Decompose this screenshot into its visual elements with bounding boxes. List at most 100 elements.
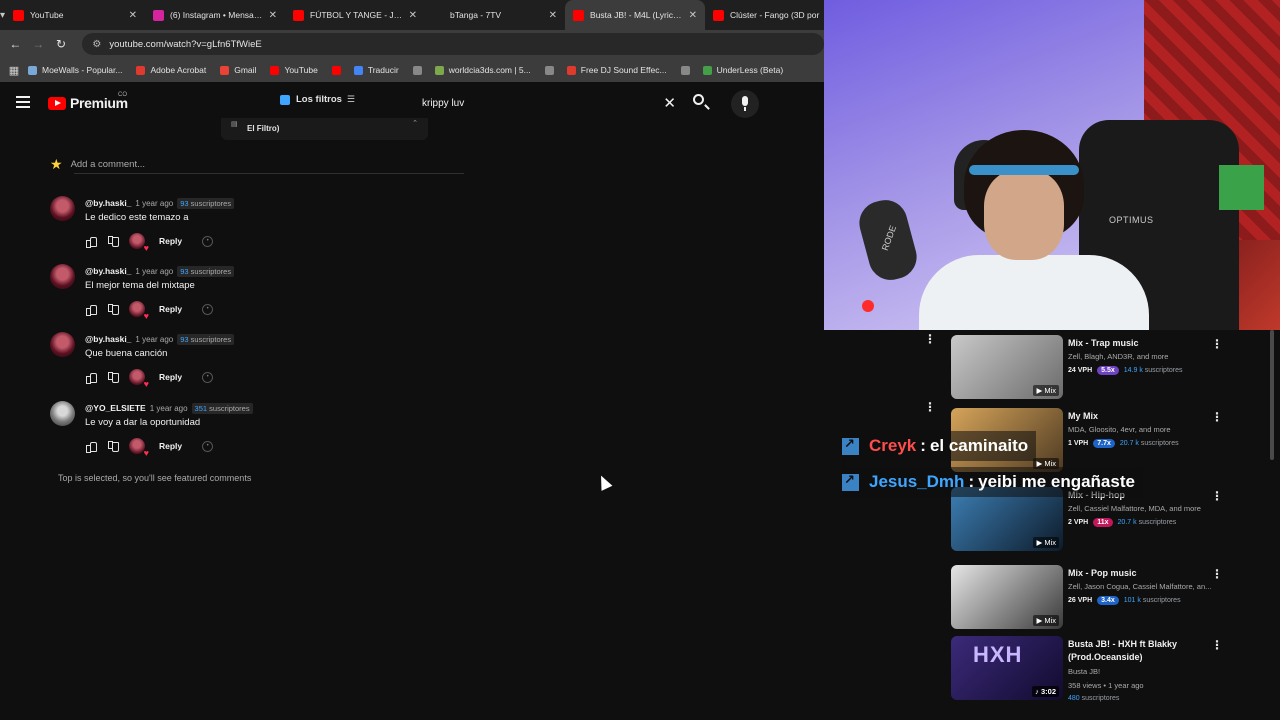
comment-author[interactable]: @by.haski_ — [85, 266, 131, 276]
video-title[interactable]: Mix - Trap music — [1068, 337, 1218, 350]
video-title[interactable]: Busta JB! - HXH ft Blakky (Prod.Oceansid… — [1068, 638, 1218, 664]
comment-extension-icon[interactable]: • — [202, 303, 214, 315]
collapse-chevron-icon[interactable]: ⌃ — [412, 119, 418, 127]
browser-tab[interactable]: bTanga - 7TV ✕ — [425, 0, 565, 30]
dislike-icon[interactable] — [107, 235, 119, 247]
dislike-icon[interactable] — [107, 303, 119, 315]
bookmark-item[interactable] — [544, 65, 559, 75]
comment-actions: Reply • — [85, 233, 214, 253]
mix-badge: ▶ Mix — [1033, 385, 1059, 396]
recommended-video[interactable]: ▶ Mix Mix - Pop music Zell, Jason Cogua, C… — [951, 565, 1251, 637]
subscriber-word: suscriptores — [1081, 695, 1120, 702]
browser-tab[interactable]: YouTube ✕ — [5, 0, 145, 30]
video-title[interactable]: Mix - Pop music — [1068, 567, 1218, 580]
search-input[interactable]: krippy luv ✕ — [410, 90, 686, 116]
reply-button[interactable]: Reply — [159, 372, 182, 382]
comment-time[interactable]: 1 year ago — [135, 267, 173, 276]
bookmark-item[interactable] — [680, 65, 695, 75]
filters-button[interactable]: Los filtros ☰ — [280, 94, 355, 105]
back-arrow-icon[interactable]: ← — [4, 37, 27, 51]
video-title[interactable]: My Mix — [1068, 410, 1218, 423]
video-thumbnail[interactable]: ▶ Mix — [951, 335, 1063, 399]
comment-extension-icon[interactable]: • — [202, 371, 214, 383]
hamburger-menu-icon[interactable] — [16, 96, 30, 108]
comment-time[interactable]: 1 year ago — [135, 199, 173, 208]
add-comment-placeholder[interactable]: Add a comment... — [71, 159, 145, 170]
apps-grid-icon[interactable]: ▦ — [0, 64, 28, 77]
browser-tab[interactable]: FÚTBOL Y TANGE - Juan C ✕ — [285, 0, 425, 30]
dislike-icon[interactable] — [107, 440, 119, 452]
reply-button[interactable]: Reply — [159, 236, 182, 246]
comment-author[interactable]: @YO_ELSIETE — [85, 403, 146, 413]
comment-extension-icon[interactable]: • — [202, 440, 214, 452]
browser-tab[interactable]: (6) Instagram • Mensajes ✕ — [145, 0, 285, 30]
comment-time[interactable]: 1 year ago — [150, 404, 188, 413]
search-button[interactable] — [690, 92, 712, 114]
reply-button[interactable]: Reply — [159, 441, 182, 451]
chat-badge-icon — [842, 436, 859, 455]
video-thumbnail[interactable]: ▶ Mix — [951, 565, 1063, 629]
more-options-icon[interactable]: ⋮ — [924, 332, 936, 346]
chat-message: Creyk:el caminaito — [842, 431, 1037, 461]
like-icon[interactable] — [85, 371, 97, 384]
comment-extension-icon[interactable]: • — [202, 235, 214, 247]
avatar[interactable] — [50, 264, 75, 289]
video-thumbnail[interactable]: HXH ♪ 3:02 — [951, 636, 1063, 700]
bookmark-item[interactable] — [412, 65, 427, 75]
close-tab-icon[interactable]: ✕ — [269, 10, 277, 21]
bookmark-item[interactable]: worldcia3ds.com | 5... — [434, 65, 531, 75]
bookmark-item[interactable] — [331, 65, 346, 75]
avatar[interactable] — [50, 401, 75, 426]
more-options-icon[interactable]: ⋮ — [1211, 337, 1223, 351]
bookmark-item[interactable]: UnderLess (Beta) — [702, 65, 783, 75]
forward-arrow-icon[interactable]: → — [27, 37, 50, 51]
dislike-icon[interactable] — [107, 371, 119, 383]
creator-heart-icon — [129, 438, 149, 458]
comment-author[interactable]: @by.haski_ — [85, 334, 131, 344]
bookmark-item[interactable]: YouTube — [270, 65, 318, 75]
avatar[interactable] — [50, 196, 75, 221]
browser-tab[interactable]: Busta JB! - M4L (Lyric Vide ✕ — [565, 0, 706, 30]
add-comment-row[interactable]: ★ Add a comment... — [50, 156, 464, 174]
close-tab-icon[interactable]: ✕ — [549, 10, 557, 21]
close-tab-icon[interactable]: ✕ — [689, 10, 697, 21]
comment-author[interactable]: @by.haski_ — [85, 198, 131, 208]
more-options-icon[interactable]: ⋮ — [1211, 410, 1223, 424]
more-options-icon[interactable]: ⋮ — [924, 400, 936, 414]
recommended-video[interactable]: ▶ MixMix - Hip-hopZell, Cassiel Malfatto… — [951, 487, 1251, 559]
site-info-icon[interactable]: ⚙ — [92, 39, 101, 50]
close-tab-icon[interactable]: ✕ — [129, 10, 137, 21]
reload-icon[interactable]: ↻ — [50, 37, 73, 51]
bookmark-item[interactable]: Free DJ Sound Effec... — [566, 65, 667, 75]
voice-search-button[interactable] — [731, 90, 759, 118]
bookmark-item[interactable]: Traducir — [353, 65, 399, 75]
avatar[interactable] — [50, 332, 75, 357]
bookmark-item[interactable]: MoeWalls - Popular... — [28, 65, 122, 75]
youtube-premium-logo[interactable]: Premium CO — [48, 92, 128, 111]
more-options-icon[interactable]: ⋮ — [1211, 638, 1223, 652]
like-icon[interactable] — [85, 235, 97, 248]
more-options-icon[interactable]: ⋮ — [1211, 489, 1223, 503]
bookmark-item[interactable]: Gmail — [220, 65, 256, 75]
creator-heart-icon — [129, 369, 149, 389]
screen: ▾ YouTube ✕ (6) Instagram • Mensajes ✕ FÚTBO… — [0, 0, 1280, 720]
search-query: krippy luv — [422, 97, 465, 109]
close-tab-icon[interactable]: ✕ — [409, 10, 417, 21]
more-options-icon[interactable]: ⋮ — [1211, 567, 1223, 581]
bookmark-item[interactable]: Adobe Acrobat — [136, 65, 206, 75]
like-icon[interactable] — [85, 303, 97, 316]
description-card[interactable]: ▤ El Filtro) ⌃ — [221, 118, 428, 140]
streamer-face — [984, 170, 1064, 260]
like-icon[interactable] — [85, 440, 97, 453]
reply-button[interactable]: Reply — [159, 304, 182, 314]
comment-thread: @YO_ELSIETE 1 year ago 351 suscriptores Le … — [50, 401, 410, 465]
bookmark-favicon-icon — [702, 65, 712, 75]
comment-time[interactable]: 1 year ago — [135, 335, 173, 344]
clear-search-icon[interactable]: ✕ — [663, 94, 676, 112]
subscriber-word: suscriptores — [190, 199, 232, 208]
recommended-video[interactable]: HXH ♪ 3:02 Busta JB! - HXH ft Blakky (Prod… — [951, 636, 1251, 708]
sidebar-scrollbar[interactable] — [1270, 330, 1274, 460]
address-bar[interactable]: ⚙ youtube.com/watch?v=gLfn6TfWieE — [82, 33, 824, 55]
views-per-hour: 24 VPH — [1068, 367, 1093, 374]
recommended-video[interactable]: ▶ Mix Mix - Trap music Zell, Blagh, AND3R,… — [951, 335, 1251, 407]
